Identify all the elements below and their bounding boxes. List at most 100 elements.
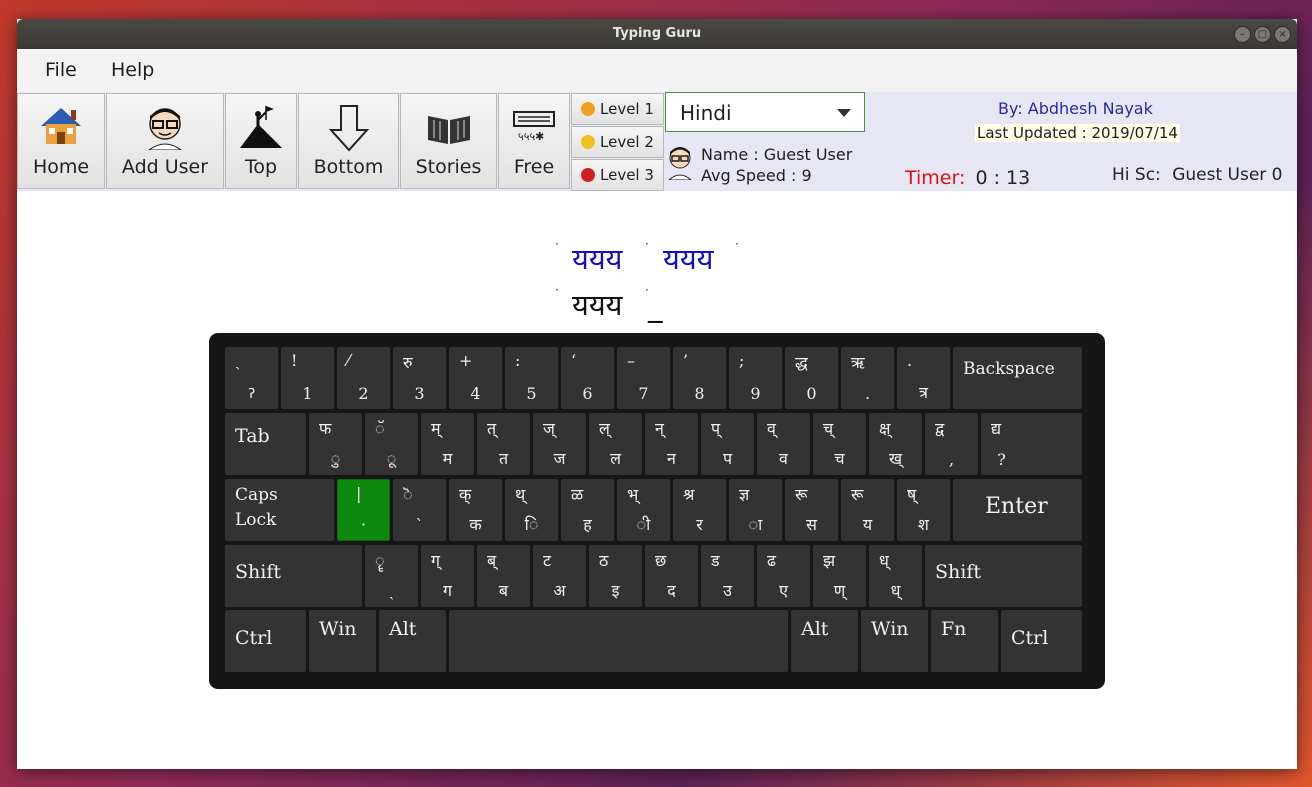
level-2-button[interactable]: Level 2 xyxy=(571,126,664,158)
key-i[interactable]: प् प xyxy=(701,413,754,475)
key-1[interactable]: ! 1 xyxy=(281,347,334,409)
key-f[interactable]: थ्ि xyxy=(505,479,558,541)
key-z[interactable]: ॄ ˏ xyxy=(365,545,418,607)
key-enter[interactable]: Enter xyxy=(953,479,1082,541)
key-ctrl-left[interactable]: Ctrl xyxy=(225,610,306,672)
key-o[interactable]: व् व xyxy=(757,413,810,475)
bottom-button[interactable]: Bottom xyxy=(298,93,399,189)
bottom-label: Bottom xyxy=(313,156,384,178)
key-y[interactable]: ल् ल xyxy=(589,413,642,475)
svg-text:५५५✱: ५५५✱ xyxy=(518,130,544,143)
key-6[interactable]: ‘6 xyxy=(561,347,614,409)
menu-help[interactable]: Help xyxy=(111,59,154,81)
key-q[interactable]: फु xyxy=(309,413,362,475)
home-button[interactable]: Home xyxy=(17,93,105,189)
key-alt-right[interactable]: Alt xyxy=(791,610,858,672)
level-3-label: Level 3 xyxy=(600,166,654,184)
key-backslash[interactable]: द्य? xyxy=(981,413,1082,475)
spacer-dot: · xyxy=(555,283,559,297)
key-x[interactable]: ग् ग xyxy=(421,545,474,607)
window-title: Typing Guru xyxy=(612,26,702,41)
key-win-left[interactable]: Win xyxy=(309,610,376,672)
key-w[interactable]: ॅू xyxy=(365,413,418,475)
key-9[interactable]: ; 9 xyxy=(729,347,782,409)
timer-value: 0 : 13 xyxy=(975,167,1031,189)
key-slash[interactable]: ध् ध् xyxy=(869,545,922,607)
level-1-emoji-icon xyxy=(581,102,595,116)
key-period[interactable]: झ ण् xyxy=(813,545,866,607)
summit-flag-icon xyxy=(240,106,282,148)
key-s[interactable]: ॆ ˋ xyxy=(393,479,446,541)
menu-file[interactable]: File xyxy=(45,59,77,81)
key-v[interactable]: टअ xyxy=(533,545,586,607)
key-4[interactable]: +4 xyxy=(449,347,502,409)
user-avatar-icon xyxy=(148,108,182,150)
key-d[interactable]: क् क xyxy=(449,479,502,541)
toolbar: Home Add User Top Bottom Stories ५५५✱ Fr… xyxy=(17,92,1297,191)
key-n[interactable]: छद xyxy=(645,545,698,607)
top-button[interactable]: Top xyxy=(225,93,297,189)
key-semicolon[interactable]: रू य xyxy=(841,479,894,541)
free-button[interactable]: ५५५✱ Free xyxy=(498,93,570,189)
author-credit: By: Abdhesh Nayak xyxy=(998,99,1153,118)
key-alt-left[interactable]: Alt xyxy=(379,610,446,672)
key-5[interactable]: :5 xyxy=(505,347,558,409)
key-h[interactable]: भ्ी xyxy=(617,479,670,541)
key-minus[interactable]: ऋ. xyxy=(841,347,894,409)
level-2-emoji-icon xyxy=(581,135,595,149)
key-2[interactable]: ⁄ 2 xyxy=(337,347,390,409)
language-select[interactable]: Hindi xyxy=(665,92,865,132)
key-b[interactable]: ठइ xyxy=(589,545,642,607)
timer: Timer: 0 : 13 xyxy=(905,167,1030,189)
key-8[interactable]: ’ 8 xyxy=(673,347,726,409)
key-k[interactable]: ज्ञा xyxy=(729,479,782,541)
down-arrow-icon xyxy=(328,105,369,152)
key-e[interactable]: म् म xyxy=(421,413,474,475)
language-value: Hindi xyxy=(680,101,732,125)
key-u[interactable]: न् न xyxy=(645,413,698,475)
add-user-button[interactable]: Add User xyxy=(106,93,224,189)
key-shift-left[interactable]: Shift xyxy=(225,545,362,607)
key-l[interactable]: रू स xyxy=(785,479,838,541)
high-score: Hi Sc: Guest User 0 xyxy=(1112,165,1283,185)
key-0[interactable]: द्ध 0 xyxy=(785,347,838,409)
add-user-label: Add User xyxy=(121,156,209,178)
key-caps-lock[interactable]: Caps Lock xyxy=(225,479,334,541)
title-bar: Typing Guru – □ × xyxy=(17,19,1297,49)
key-tab[interactable]: Tab xyxy=(225,413,306,475)
key-r[interactable]: त् त xyxy=(477,413,530,475)
key-fn[interactable]: Fn xyxy=(931,610,998,672)
level-3-button[interactable]: Level 3 xyxy=(571,159,664,191)
minimize-icon[interactable]: – xyxy=(1234,26,1251,43)
key-p[interactable]: च् च xyxy=(813,413,866,475)
onscreen-keyboard: ˎॽ ! 1 ⁄ 2 रु 3 +4 :5 ‘6 –7 ’ 8 ; 9 द्ध 0 ऋ. .… xyxy=(209,333,1105,689)
timer-label: Timer: xyxy=(905,167,966,189)
key-equals[interactable]: . त्र xyxy=(897,347,950,409)
spacer-dot: · xyxy=(555,237,559,251)
key-j[interactable]: श्र र xyxy=(673,479,726,541)
key-t[interactable]: ज् ज xyxy=(533,413,586,475)
stories-button[interactable]: Stories xyxy=(400,93,497,189)
key-win-right[interactable]: Win xyxy=(861,610,928,672)
level-3-emoji-icon xyxy=(581,168,595,182)
maximize-icon[interactable]: □ xyxy=(1254,26,1271,43)
key-7[interactable]: –7 xyxy=(617,347,670,409)
key-shift-right[interactable]: Shift xyxy=(925,545,1082,607)
key-g[interactable]: ळह xyxy=(561,479,614,541)
key-c[interactable]: ब् ब xyxy=(477,545,530,607)
close-icon[interactable]: × xyxy=(1274,26,1291,43)
level-1-button[interactable]: Level 1 xyxy=(571,93,664,125)
target-word-2: ययय xyxy=(663,242,714,276)
key-ctrl-right[interactable]: Ctrl xyxy=(1001,610,1082,672)
key-3[interactable]: रु 3 xyxy=(393,347,446,409)
key-quote[interactable]: ष् श xyxy=(897,479,950,541)
keyboard-icon: ५५५✱ xyxy=(513,111,555,143)
key-backspace[interactable]: Backspace xyxy=(953,347,1082,409)
key-a-highlighted[interactable]: | · xyxy=(337,479,390,541)
key-space[interactable] xyxy=(449,610,788,672)
key-m[interactable]: डउ xyxy=(701,545,754,607)
text-cursor: _ xyxy=(648,289,663,323)
key-bracket-left[interactable]: क्ष् ख् xyxy=(869,413,922,475)
key-backquote[interactable]: ˎॽ xyxy=(225,347,278,409)
key-comma[interactable]: ढए xyxy=(757,545,810,607)
